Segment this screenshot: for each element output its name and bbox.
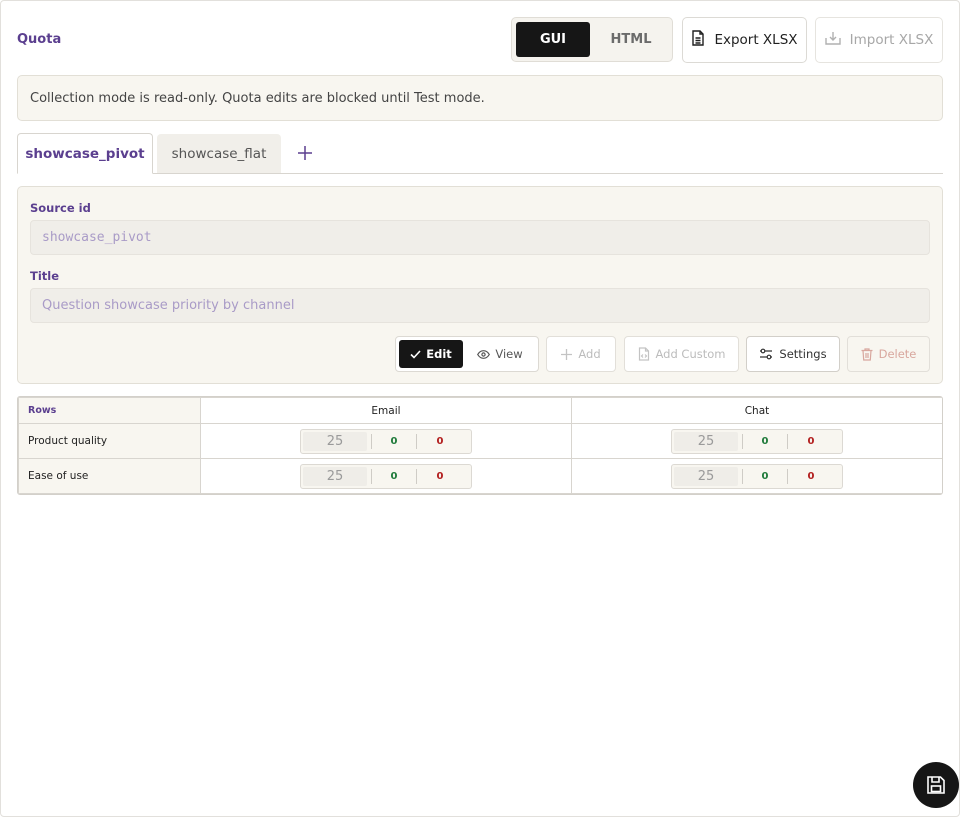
quota-cell: 25 0 0 (200, 458, 572, 494)
title-label: Title (30, 269, 60, 283)
mode-gui-button[interactable]: GUI (516, 22, 590, 57)
tab-showcase-pivot[interactable]: showcase_pivot (17, 133, 153, 174)
add-tab-button[interactable] (293, 141, 317, 165)
completed-count: 0 (761, 435, 769, 447)
completed-count: 0 (761, 470, 769, 482)
quota-cell: 25 0 0 (571, 458, 942, 494)
trash-icon (861, 347, 873, 361)
over-count: 0 (436, 435, 444, 447)
settings-button[interactable]: Settings (746, 336, 840, 372)
mode-html-button[interactable]: HTML (594, 22, 668, 57)
read-only-banner: Collection mode is read-only. Quota edit… (17, 75, 943, 121)
quota-cell-box: 25 0 0 (671, 428, 843, 454)
settings-label: Settings (779, 347, 827, 361)
completed-count: 0 (390, 435, 398, 447)
over-count: 0 (436, 470, 444, 482)
column-header-chat: Chat (571, 397, 942, 424)
delete-button[interactable]: Delete (847, 336, 930, 372)
quota-cell-box: 25 0 0 (671, 463, 843, 489)
plus-icon (561, 348, 573, 360)
row-label: Ease of use (18, 458, 201, 494)
export-xlsx-button[interactable]: Export XLSX (682, 17, 807, 63)
view-label: View (495, 347, 523, 361)
rows-header: Rows (18, 397, 201, 424)
target-input[interactable]: 25 (674, 466, 738, 486)
export-xlsx-label: Export XLSX (714, 32, 798, 48)
quota-cell-box: 25 0 0 (300, 463, 472, 489)
quota-tabs: showcase_pivot showcase_flat (17, 133, 943, 174)
over-count: 0 (807, 435, 815, 447)
quota-cell: 25 0 0 (200, 423, 572, 459)
edit-label: Edit (426, 347, 452, 361)
plus-icon (298, 146, 312, 160)
quota-cell: 25 0 0 (571, 423, 942, 459)
delete-label: Delete (878, 347, 917, 361)
quota-settings-panel: Source id showcase_pivot Title Question … (17, 186, 943, 384)
add-custom-button[interactable]: Add Custom (624, 336, 739, 372)
quota-cell-box: 25 0 0 (300, 428, 472, 454)
eye-icon (477, 349, 491, 359)
target-input[interactable]: 25 (303, 466, 367, 486)
row-label: Product quality (18, 423, 201, 459)
view-button[interactable]: View (465, 340, 535, 368)
page-title: Quota (17, 32, 62, 47)
source-id-field[interactable]: showcase_pivot (30, 220, 930, 255)
mode-toggle: GUI HTML (511, 17, 673, 62)
edit-button[interactable]: Edit (399, 340, 463, 368)
completed-count: 0 (390, 470, 398, 482)
save-button[interactable] (913, 762, 959, 808)
add-button[interactable]: Add (546, 336, 616, 372)
column-header-email: Email (200, 397, 572, 424)
source-id-label: Source id (30, 201, 91, 215)
target-input[interactable]: 25 (674, 431, 738, 451)
table-row: Product quality 25 0 0 25 0 0 (18, 423, 942, 459)
file-spreadsheet-icon (691, 30, 705, 50)
sliders-icon (760, 348, 773, 360)
edit-view-toggle: Edit View (395, 336, 539, 372)
add-custom-label: Add Custom (655, 347, 726, 361)
check-icon (410, 349, 421, 359)
import-icon (824, 31, 841, 49)
add-label: Add (578, 347, 601, 361)
file-code-icon (638, 347, 649, 361)
tab-showcase-flat[interactable]: showcase_flat (157, 134, 281, 173)
table-row: Ease of use 25 0 0 25 0 0 (18, 458, 942, 494)
target-input[interactable]: 25 (303, 431, 367, 451)
import-xlsx-button[interactable]: Import XLSX (815, 17, 943, 63)
banner-message: Collection mode is read-only. Quota edit… (30, 90, 485, 106)
save-icon (927, 776, 945, 794)
over-count: 0 (807, 470, 815, 482)
title-field[interactable]: Question showcase priority by channel (30, 288, 930, 323)
import-xlsx-label: Import XLSX (849, 32, 934, 48)
quota-grid: Rows Email Chat Product quality 25 0 0 2… (17, 396, 943, 495)
